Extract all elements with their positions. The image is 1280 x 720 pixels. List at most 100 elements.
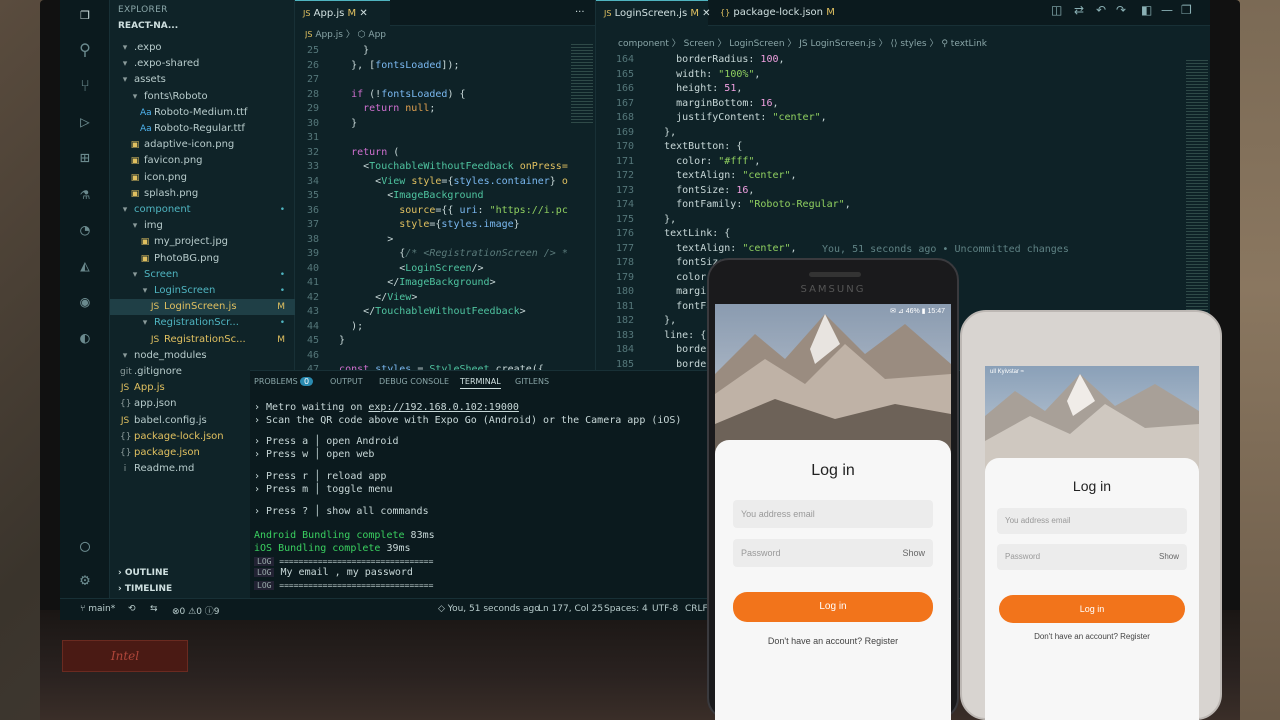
line-number: 182 (615, 315, 634, 326)
email-field[interactable]: You address email (733, 500, 933, 528)
tab-debug-console[interactable]: DEBUG CONSOLE (379, 377, 449, 386)
file-tree-item[interactable]: Aa Roboto-Regular.ttf (110, 121, 295, 137)
code-token: 100 (760, 54, 779, 65)
code-token: < (327, 190, 394, 201)
file-tree-item[interactable]: ▾ component • (110, 202, 295, 218)
close-icon[interactable]: ✕ (702, 8, 710, 19)
show-password-toggle[interactable]: Show (1159, 544, 1179, 570)
code-area-left[interactable]: 25 } 26 }, [fontsLoaded]); 27 28 if (!fonts… (295, 44, 570, 370)
file-tree-item[interactable]: ▣ PhotoBG.png (110, 251, 295, 267)
register-link[interactable]: Don't have an account? Register (985, 632, 1199, 641)
file-tree-item[interactable]: ▾ node_modules (110, 348, 295, 364)
line-number: 44 (306, 320, 319, 332)
file-tree-item[interactable]: JS RegistrationSc... M (110, 332, 295, 348)
compare-icon[interactable]: ⇄ (1074, 3, 1084, 17)
email-field[interactable]: You address email (997, 508, 1187, 534)
tab-gitlens[interactable]: GITLENS (515, 377, 549, 386)
more-actions-icon[interactable]: ··· (567, 0, 595, 26)
blame-indicator[interactable]: ◇ You, 51 seconds ago (438, 604, 540, 614)
file-tree-label: my_project.jpg (154, 236, 229, 248)
file-tree-label: LoginScreen (154, 285, 216, 296)
github-icon[interactable]: ◉ (75, 292, 95, 312)
file-tree-label: package-lock.json (134, 430, 224, 442)
tab-output[interactable]: OUTPUT (330, 377, 363, 386)
source-control-icon[interactable]: ⑂ (75, 76, 95, 96)
minimize-icon[interactable]: — (1161, 3, 1173, 17)
cursor-position[interactable]: Ln 177, Col 25 (538, 604, 603, 614)
file-icon: ▣ (140, 237, 150, 248)
metro-url-link[interactable]: exp://192.168.0.102:19000 (368, 402, 519, 413)
run-debug-icon[interactable]: ▷ (75, 112, 95, 132)
file-tree-item[interactable]: ▾ LoginScreen • (110, 283, 295, 299)
files-icon[interactable]: ❐ (75, 4, 95, 24)
encoding[interactable]: UTF-8 (652, 604, 678, 614)
login-button[interactable]: Log in (999, 595, 1185, 623)
code-line: 167 marginBottom: 16, (596, 97, 1186, 112)
line-ending[interactable]: CRLF (685, 604, 708, 614)
line-number: 171 (615, 155, 634, 167)
branch-indicator[interactable]: ⑂ main* (80, 604, 115, 614)
close-icon[interactable]: ✕ (359, 8, 367, 19)
laptop-badge: Intel (62, 640, 188, 672)
file-tree-item[interactable]: ▾ .expo (110, 40, 295, 56)
breadcrumb-symbol[interactable]: App (368, 30, 386, 40)
code-line: 41 </ImageBackground> (295, 276, 570, 291)
show-password-toggle[interactable]: Show (902, 539, 925, 567)
password-field[interactable]: Password Show (997, 544, 1187, 570)
file-tree-item[interactable]: ▾ assets (110, 72, 295, 88)
restore-icon[interactable]: ❐ (1181, 3, 1192, 17)
file-tree-item[interactable]: ▾ img (110, 218, 295, 234)
breadcrumb-right[interactable]: component 〉 Screen 〉 LoginScreen 〉 JS Lo… (618, 36, 1178, 52)
tab-problems[interactable]: PROBLEMS (254, 377, 298, 386)
account-icon[interactable]: ◯ (75, 536, 95, 556)
iphone: ull Kyivstar ≈ Log in You address email … (960, 310, 1222, 720)
testing-icon[interactable]: ⚗ (75, 184, 95, 204)
go-forward-icon[interactable]: ↷ (1116, 3, 1126, 17)
extensions-icon[interactable]: ⊞ (75, 148, 95, 168)
file-tree-item[interactable]: ▣ icon.png (110, 170, 295, 186)
file-tree-item[interactable]: ▾ Screen • (110, 267, 295, 283)
problems-indicator[interactable]: ⊗0 ⚠0 ⓘ9 (172, 604, 220, 617)
docker-icon[interactable]: ◭ (75, 256, 95, 276)
file-tree-item[interactable]: ▣ favicon.png (110, 153, 295, 169)
code-line: 174 fontFamily: "Roboto-Regular", (596, 198, 1186, 213)
code-text: }, (640, 213, 676, 228)
go-back-icon[interactable]: ↶ (1096, 3, 1106, 17)
register-link[interactable]: Don't have an account? Register (715, 636, 951, 646)
file-tree-item[interactable]: Aa Roboto-Medium.ttf (110, 105, 295, 121)
tab-loginscreen-js[interactable]: JS LoginScreen.js M ✕ (596, 0, 711, 26)
code-text: {/* <RegistrationScreen /> * (327, 247, 568, 262)
settings-gear-icon[interactable]: ⚙ (75, 570, 95, 590)
folder-icon: ▾ (132, 269, 138, 280)
split-editor-icon[interactable]: ◧ (1141, 3, 1152, 17)
code-line: 30 } (295, 117, 570, 132)
code-token: /> (471, 262, 484, 274)
file-tree-label: .expo (134, 42, 162, 53)
tab-app-js[interactable]: JS App.js M ✕ (295, 0, 390, 26)
file-tree-item[interactable]: JS LoginScreen.js M (110, 299, 295, 316)
tab-package-lock-json[interactable]: {} package-lock.json M (712, 0, 842, 26)
breadcrumb-file[interactable]: App.js (315, 30, 343, 40)
file-tree-item[interactable]: ▾ .expo-shared (110, 56, 295, 72)
password-field[interactable]: Password Show (733, 539, 933, 567)
tab-terminal[interactable]: TERMINAL (460, 377, 501, 389)
project-name[interactable]: REACT-NA... (110, 18, 294, 34)
timeline-icon[interactable]: ◔ (75, 220, 95, 240)
git-status-badge: • (279, 318, 285, 329)
layout-icon[interactable]: ◫ (1051, 3, 1062, 17)
remote-icon[interactable]: ⇆ (150, 604, 158, 614)
edge-icon[interactable]: ◐ (75, 328, 95, 348)
file-tree-item[interactable]: ▣ adaptive-icon.png (110, 137, 295, 153)
line-number: 183 (615, 329, 634, 341)
indentation[interactable]: Spaces: 4 (604, 604, 648, 614)
code-text: borderRadius: 100, (640, 53, 784, 68)
search-icon[interactable]: ⚲ (75, 40, 95, 60)
sync-icon[interactable]: ⟲ (128, 604, 136, 614)
file-tree-item[interactable]: ▾ fonts\Roboto (110, 89, 295, 105)
login-button[interactable]: Log in (733, 592, 933, 622)
file-tree-item[interactable]: ▾ RegistrationScr... • (110, 315, 295, 331)
terminal-log-line-2: LOG My email , my password (254, 566, 413, 579)
file-tree-item[interactable]: ▣ my_project.jpg (110, 234, 295, 250)
file-tree-item[interactable]: ▣ splash.png (110, 186, 295, 202)
minimap-left[interactable] (571, 44, 593, 124)
